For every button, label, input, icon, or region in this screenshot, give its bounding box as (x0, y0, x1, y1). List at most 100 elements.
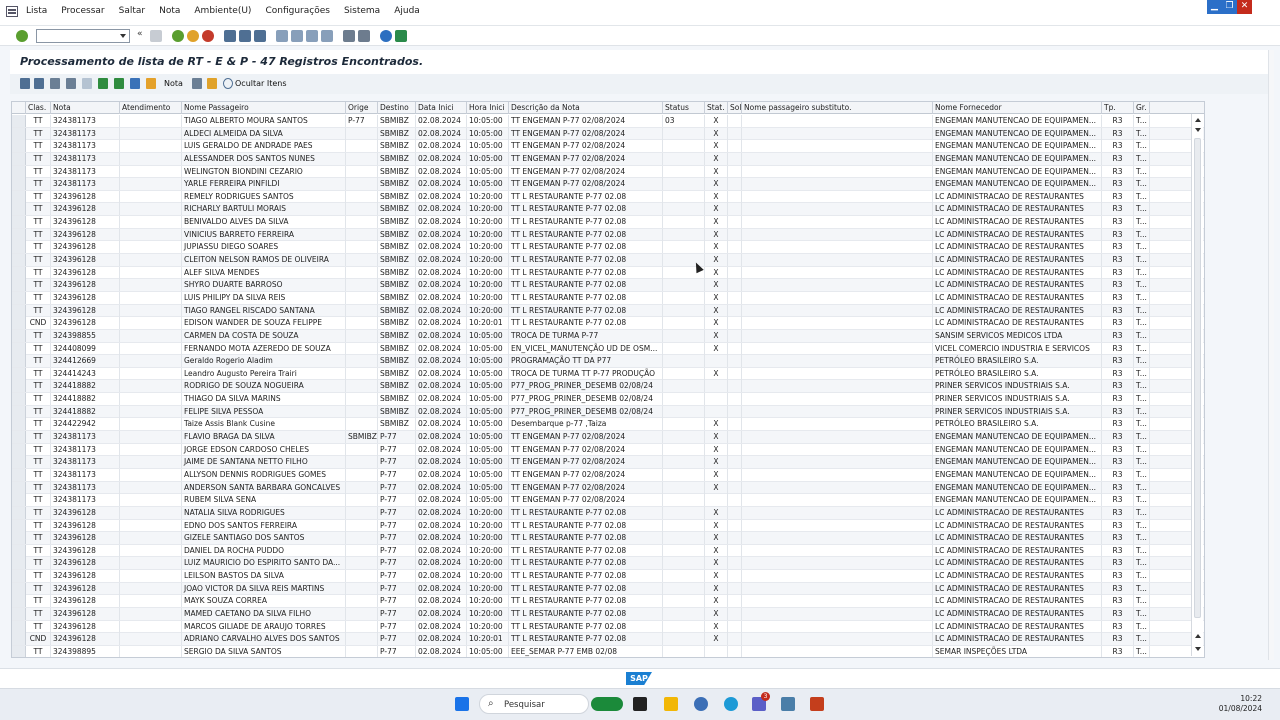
col-clas-cell[interactable]: TT (26, 468, 51, 481)
col-data-inicio-cell[interactable]: 02.08.2024 (416, 393, 467, 406)
previous-page-icon[interactable] (291, 30, 303, 42)
col-atendimento-cell[interactable] (120, 367, 182, 380)
print-icon[interactable] (224, 30, 236, 42)
col-origem-cell[interactable] (346, 443, 378, 456)
col-nome-fornecedor-cell[interactable]: PETRÓLEO BRASILEIRO S.A. (933, 418, 1102, 431)
menu-item[interactable]: Ajuda (394, 6, 420, 16)
total-icon[interactable] (146, 78, 156, 89)
col-stat-cell[interactable] (705, 645, 728, 657)
col-descricao-nota-header[interactable]: Descrição da Nota (509, 102, 663, 114)
table-row[interactable]: TT 324414243 Leandro Augusto Pereira Trair… (12, 367, 1204, 381)
col-status-cell[interactable] (663, 456, 705, 469)
row-selector[interactable] (12, 279, 26, 292)
col-nome-substituto-cell[interactable] (742, 241, 933, 254)
next-page-icon[interactable] (306, 30, 318, 42)
layout-settings-icon[interactable] (395, 30, 407, 42)
col-nome-substituto-cell[interactable] (742, 620, 933, 633)
table-row[interactable]: TT 324381173 ALDECI ALMEIDA DA SILVA SBMIBZ… (12, 127, 1204, 141)
col-nota-cell[interactable]: 324396128 (51, 595, 120, 608)
col-stat-cell[interactable]: X (705, 279, 728, 292)
col-nome-fornecedor-cell[interactable]: LC ADMINISTRACAO DE RESTAURANTES (933, 241, 1102, 254)
row-selector[interactable] (12, 506, 26, 519)
col-nome-fornecedor-cell[interactable]: ENGEMAN MANUTENCAO DE EQUIPAMEN... (933, 481, 1102, 494)
col-sol-cell[interactable] (728, 557, 742, 570)
col-clas-cell[interactable]: TT (26, 620, 51, 633)
col-origem-cell[interactable] (346, 519, 378, 532)
col-destino-cell[interactable]: SBMIBZ (378, 228, 416, 241)
col-nota-cell[interactable]: 324396128 (51, 557, 120, 570)
col-sol-cell[interactable] (728, 393, 742, 406)
col-clas-cell[interactable]: TT (26, 582, 51, 595)
col-descricao-nota-cell[interactable]: TT ENGEMAN P-77 02/08/2024 (509, 481, 663, 494)
col-atendimento-cell[interactable] (120, 355, 182, 368)
col-nota-cell[interactable]: 324396128 (51, 506, 120, 519)
col-stat-cell[interactable]: X (705, 115, 728, 127)
scroll-down-icon[interactable] (1195, 647, 1201, 651)
settings-app-icon[interactable] (694, 697, 708, 711)
col-nome-fornecedor-cell[interactable]: ENGEMAN MANUTENCAO DE EQUIPAMEN... (933, 178, 1102, 191)
col-nota-cell[interactable]: 324418882 (51, 380, 120, 393)
col-atendimento-cell[interactable] (120, 241, 182, 254)
col-gr-cell[interactable]: T... (1134, 443, 1150, 456)
close-icon[interactable]: ✕ (1237, 0, 1252, 14)
col-status-cell[interactable] (663, 127, 705, 140)
col-data-inicio-cell[interactable]: 02.08.2024 (416, 342, 467, 355)
col-nome-fornecedor-cell[interactable]: LC ADMINISTRACAO DE RESTAURANTES (933, 216, 1102, 229)
table-row[interactable]: TT 324396128 MAMED CAETANO DA SILVA FILHO P… (12, 607, 1204, 621)
col-clas-cell[interactable]: TT (26, 228, 51, 241)
col-nome-fornecedor-cell[interactable]: LC ADMINISTRACAO DE RESTAURANTES (933, 190, 1102, 203)
col-tp-cell[interactable]: R3 (1102, 165, 1134, 178)
col-stat-cell[interactable]: X (705, 190, 728, 203)
col-stat-cell[interactable]: X (705, 216, 728, 229)
col-clas-cell[interactable]: TT (26, 254, 51, 267)
col-status-cell[interactable] (663, 506, 705, 519)
col-nome-fornecedor-cell[interactable]: ENGEMAN MANUTENCAO DE EQUIPAMEN... (933, 456, 1102, 469)
col-stat-cell[interactable]: X (705, 266, 728, 279)
col-sol-cell[interactable] (728, 304, 742, 317)
col-sol-cell[interactable] (728, 140, 742, 153)
col-nome-fornecedor-cell[interactable]: LC ADMINISTRACAO DE RESTAURANTES (933, 633, 1102, 646)
col-stat-cell[interactable] (705, 405, 728, 418)
col-tp-cell[interactable]: R3 (1102, 329, 1134, 342)
find-next-icon[interactable] (254, 30, 266, 42)
col-origem-cell[interactable] (346, 304, 378, 317)
col-nome-fornecedor-cell[interactable]: ENGEMAN MANUTENCAO DE EQUIPAMEN... (933, 431, 1102, 444)
col-sol-cell[interactable] (728, 633, 742, 646)
col-gr-cell[interactable]: T... (1134, 115, 1150, 127)
table-row[interactable]: TT 324418882 RODRIGO DE SOUZA NOGUEIRA SBMI… (12, 380, 1204, 394)
col-tp-cell[interactable]: R3 (1102, 203, 1134, 216)
col-nota-cell[interactable]: 324381173 (51, 165, 120, 178)
col-gr-cell[interactable]: T... (1134, 506, 1150, 519)
col-clas-cell[interactable]: CND (26, 633, 51, 646)
row-selector[interactable] (12, 570, 26, 583)
row-selector[interactable] (12, 607, 26, 620)
col-clas-cell[interactable]: TT (26, 304, 51, 317)
row-selector[interactable] (12, 291, 26, 304)
col-nome-fornecedor-cell[interactable]: PETRÓLEO BRASILEIRO S.A. (933, 355, 1102, 368)
col-nome-substituto-cell[interactable] (742, 228, 933, 241)
col-atendimento-cell[interactable] (120, 506, 182, 519)
col-gr-cell[interactable]: T... (1134, 431, 1150, 444)
col-destino-cell[interactable]: SBMIBZ (378, 342, 416, 355)
col-descricao-nota-cell[interactable]: TT ENGEMAN P-77 02/08/2024 (509, 468, 663, 481)
col-sol-cell[interactable] (728, 456, 742, 469)
col-clas-cell[interactable]: TT (26, 443, 51, 456)
col-data-inicio-cell[interactable]: 02.08.2024 (416, 317, 467, 330)
col-gr-cell[interactable]: T... (1134, 254, 1150, 267)
col-atendimento-cell[interactable] (120, 342, 182, 355)
col-stat-cell[interactable]: X (705, 203, 728, 216)
col-nota-cell[interactable]: 324381173 (51, 127, 120, 140)
col-status-cell[interactable] (663, 304, 705, 317)
col-atendimento-cell[interactable] (120, 152, 182, 165)
table-row[interactable]: TT 324396128 LUIZ MAURICIO DO ESPIRITO SAN… (12, 557, 1204, 571)
col-tp-cell[interactable]: R3 (1102, 645, 1134, 657)
scroll-bottom-icon[interactable] (1195, 634, 1201, 638)
row-selector[interactable] (12, 367, 26, 380)
col-destino-cell[interactable]: P-77 (378, 468, 416, 481)
file-explorer-icon[interactable] (664, 697, 678, 711)
col-nome-passageiro-cell[interactable]: FELIPE SILVA PESSOA (182, 405, 346, 418)
col-nome-fornecedor-cell[interactable]: LC ADMINISTRACAO DE RESTAURANTES (933, 203, 1102, 216)
col-data-inicio-cell[interactable]: 02.08.2024 (416, 291, 467, 304)
col-clas-cell[interactable]: TT (26, 494, 51, 507)
col-atendimento-cell[interactable] (120, 254, 182, 267)
